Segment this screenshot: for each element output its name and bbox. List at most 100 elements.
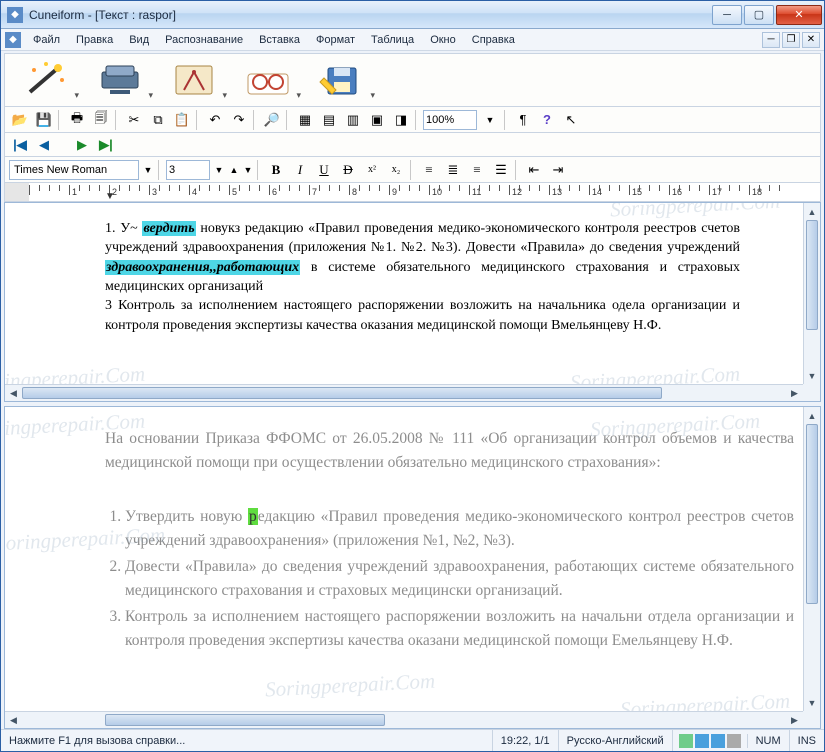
preview-button[interactable]: 🗐 bbox=[90, 109, 112, 131]
bold-button[interactable]: B bbox=[265, 159, 287, 181]
separator bbox=[257, 160, 262, 180]
copy-button[interactable]: ⧉ bbox=[147, 109, 169, 131]
mdi-restore-button[interactable]: ❐ bbox=[782, 32, 800, 48]
statusbar: Нажмите F1 для вызова справки... 19:22, … bbox=[1, 729, 824, 751]
vscrollbar[interactable]: ▲▼ bbox=[803, 203, 820, 384]
highlight: вердить bbox=[142, 221, 195, 236]
menu-view[interactable]: Вид bbox=[121, 32, 157, 48]
menu-table[interactable]: Таблица bbox=[363, 32, 422, 48]
prev-page-button[interactable]: ◀ bbox=[33, 134, 55, 156]
status-position: 19:22, 1/1 bbox=[493, 730, 559, 751]
dedent-button[interactable]: ⇤ bbox=[523, 159, 545, 181]
column-button[interactable]: ▥ bbox=[342, 109, 364, 131]
menu-format[interactable]: Формат bbox=[308, 32, 363, 48]
help-button[interactable]: ? bbox=[536, 109, 558, 131]
save-button[interactable]: 💾 bbox=[33, 109, 55, 131]
highlight: р bbox=[248, 508, 258, 525]
recognize-button[interactable] bbox=[233, 57, 303, 103]
font-size-down[interactable]: ▼ bbox=[242, 159, 254, 181]
highlight: здравоохранения,,работающих bbox=[105, 260, 300, 275]
separator bbox=[58, 110, 63, 130]
last-page-button[interactable]: ▶| bbox=[95, 134, 117, 156]
scanner-icon bbox=[96, 60, 144, 100]
show-invisible-button[interactable]: ¶ bbox=[512, 109, 534, 131]
undo-button[interactable]: ↶ bbox=[204, 109, 226, 131]
status-icon-2 bbox=[695, 734, 709, 748]
separator bbox=[158, 160, 163, 180]
separator bbox=[253, 110, 258, 130]
find-button[interactable]: 🔎 bbox=[261, 109, 283, 131]
menu-recognize[interactable]: Распознавание bbox=[157, 32, 251, 48]
zoom-select[interactable] bbox=[423, 110, 477, 130]
scan-image[interactable]: На основании Приказа ФФОМС от 26.05.2008… bbox=[5, 407, 820, 675]
font-size-select[interactable] bbox=[166, 160, 210, 180]
diskette-icon bbox=[318, 60, 366, 100]
maximize-button[interactable]: ▢ bbox=[744, 5, 774, 25]
status-language: Русско-Английский bbox=[559, 730, 673, 751]
paste-button[interactable]: 📋 bbox=[171, 109, 193, 131]
font-size-dropdown[interactable]: ▼ bbox=[212, 159, 226, 181]
hscrollbar[interactable]: ◀▶ bbox=[5, 711, 803, 728]
ruler[interactable]: 123456789101112131415161718 ▼ bbox=[4, 183, 821, 202]
separator bbox=[196, 110, 201, 130]
document-text[interactable]: 1. У~ вердить новукз редакцию «Правил пр… bbox=[5, 203, 820, 351]
text: 3 Контроль за исполнением настоящего рас… bbox=[105, 298, 740, 332]
wizard-button[interactable] bbox=[11, 57, 81, 103]
font-size-up[interactable]: ▲ bbox=[228, 159, 240, 181]
nav-toolbar: |◀ ◀ ▶ ▶| bbox=[4, 133, 821, 157]
glasses-icon bbox=[244, 60, 292, 100]
menu-window[interactable]: Окно bbox=[422, 32, 464, 48]
align-center-button[interactable]: ≣ bbox=[442, 159, 464, 181]
font-name-select[interactable] bbox=[9, 160, 139, 180]
mdi-close-button[interactable]: ✕ bbox=[802, 32, 820, 48]
main-toolbar bbox=[4, 53, 821, 107]
menu-help[interactable]: Справка bbox=[464, 32, 523, 48]
strike-button[interactable]: D bbox=[337, 159, 359, 181]
align-left-button[interactable]: ≡ bbox=[418, 159, 440, 181]
menu-edit[interactable]: Правка bbox=[68, 32, 121, 48]
underline-button[interactable]: U bbox=[313, 159, 335, 181]
separator bbox=[410, 160, 415, 180]
status-ins: INS bbox=[790, 730, 824, 751]
menu-file[interactable]: Файл bbox=[25, 32, 68, 48]
print-button[interactable]: 🖶 bbox=[66, 109, 88, 131]
grid-button[interactable]: ▤ bbox=[318, 109, 340, 131]
indent-button[interactable]: ⇥ bbox=[547, 159, 569, 181]
image-pane: На основании Приказа ФФОМС от 26.05.2008… bbox=[4, 406, 821, 729]
scan-item: Довести «Правила» до сведения учреждений… bbox=[125, 555, 794, 603]
save-big-button[interactable] bbox=[307, 57, 377, 103]
block-button[interactable]: ◨ bbox=[390, 109, 412, 131]
wand-icon bbox=[22, 60, 70, 100]
table-button[interactable]: ▦ bbox=[294, 109, 316, 131]
next-page-button[interactable]: ▶ bbox=[71, 134, 93, 156]
menu-insert[interactable]: Вставка bbox=[251, 32, 308, 48]
scan-item: Контроль за исполнением настоящего распо… bbox=[125, 605, 794, 653]
open-button[interactable]: 📂 bbox=[9, 109, 31, 131]
close-button[interactable]: ✕ bbox=[776, 5, 822, 25]
mdi-minimize-button[interactable]: ─ bbox=[762, 32, 780, 48]
redo-button[interactable]: ↷ bbox=[228, 109, 250, 131]
scan-intro: На основании Приказа ФФОМС от 26.05.2008… bbox=[105, 427, 794, 475]
superscript-button[interactable]: x² bbox=[361, 159, 383, 181]
context-help-button[interactable]: ↖ bbox=[560, 109, 582, 131]
italic-button[interactable]: I bbox=[289, 159, 311, 181]
zoom-dropdown[interactable]: ▼ bbox=[479, 109, 501, 131]
status-icons bbox=[673, 734, 748, 748]
text: 1. У~ bbox=[105, 221, 142, 236]
subscript-button[interactable]: x₂ bbox=[385, 159, 407, 181]
app-window: ◆ Cuneiform - [Текст : raspor] ─ ▢ ✕ ◆ Ф… bbox=[0, 0, 825, 752]
font-name-dropdown[interactable]: ▼ bbox=[141, 159, 155, 181]
app-icon: ◆ bbox=[7, 7, 23, 23]
layout-button[interactable] bbox=[159, 57, 229, 103]
minimize-button[interactable]: ─ bbox=[712, 5, 742, 25]
mdi-controls: ─ ❐ ✕ bbox=[762, 32, 820, 48]
cut-button[interactable]: ✂ bbox=[123, 109, 145, 131]
align-right-button[interactable]: ≡ bbox=[466, 159, 488, 181]
vscrollbar[interactable]: ▲▼ bbox=[803, 407, 820, 711]
first-page-button[interactable]: |◀ bbox=[9, 134, 31, 156]
hscrollbar[interactable]: ◀▶ bbox=[5, 384, 803, 401]
align-justify-button[interactable]: ☰ bbox=[490, 159, 512, 181]
frame-button[interactable]: ▣ bbox=[366, 109, 388, 131]
text: новукз редакцию «Правил проведения медик… bbox=[105, 221, 740, 255]
scanner-button[interactable] bbox=[85, 57, 155, 103]
